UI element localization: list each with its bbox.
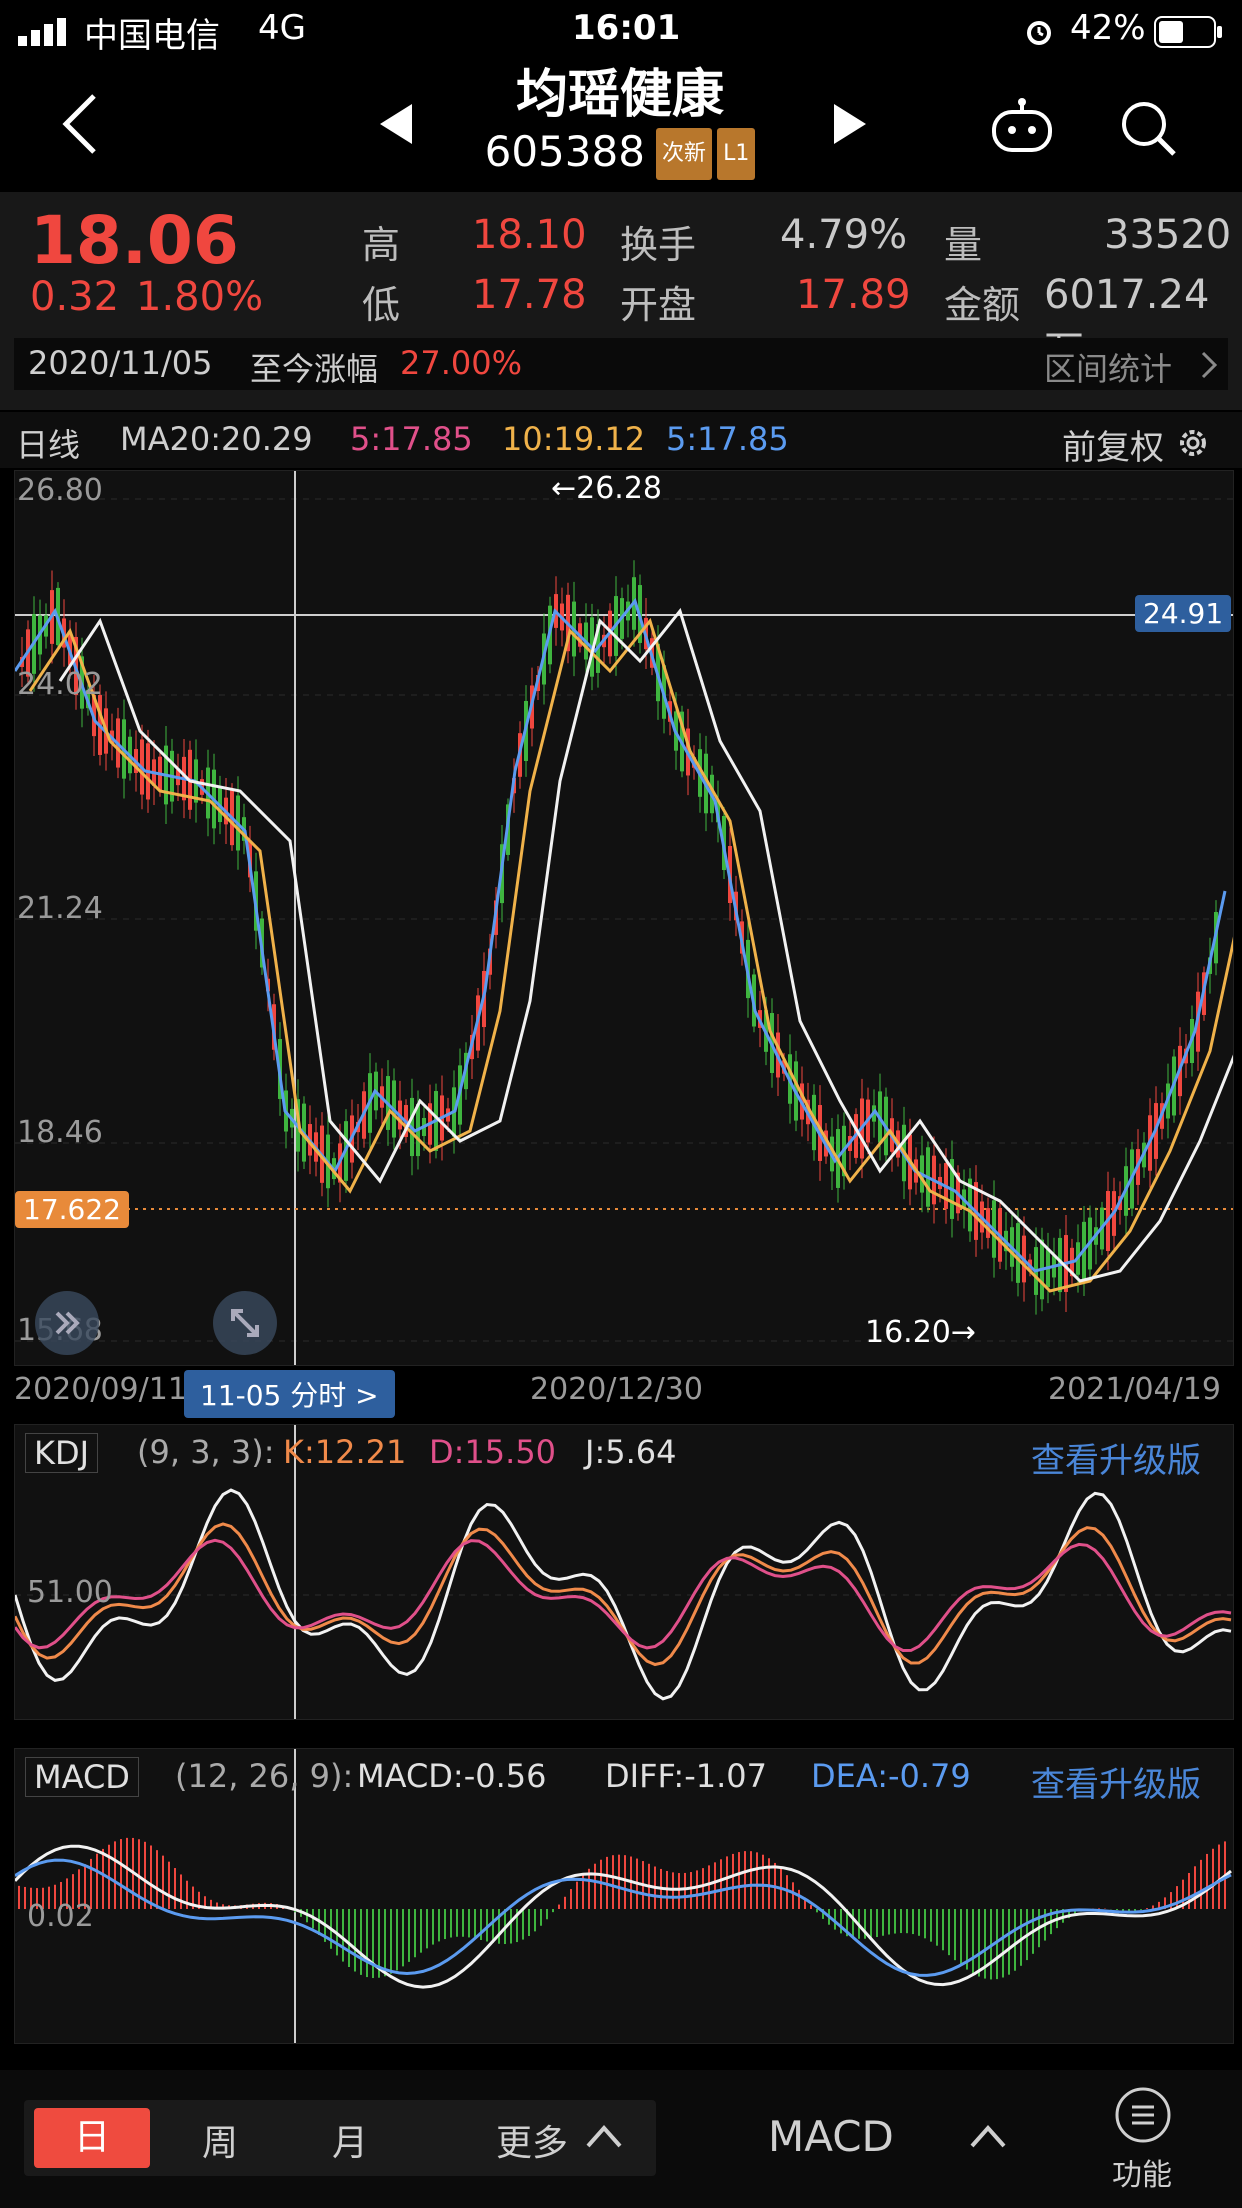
battery-percent: 42% [1070,8,1146,48]
settings-gear-icon[interactable] [1176,426,1210,464]
range-stats-link[interactable]: 区间统计 [1044,344,1172,390]
signal-icon [18,18,74,50]
chart-header: 日线 MA20:20.29 5:17.85 10:19.12 5:17.85 前… [0,412,1242,468]
ma20-line [58,607,1233,1283]
kdj-params: (9, 3, 3): [137,1433,275,1471]
back-icon[interactable] [60,92,100,160]
stock-name: 均瑶健康 [515,65,724,125]
nav-bar: 均瑶健康 605388 次新 L1 [0,62,1242,192]
low-label: 低 [362,283,401,327]
kdj-title[interactable]: KDJ [25,1433,99,1473]
low-value: 17.78 [472,272,587,318]
carrier: 中国电信 [84,16,220,56]
bottom-toolbar: 日 周 月 更多 MACD 功能 [0,2070,1242,2208]
ma5b-label: 5:17.85 [666,420,789,458]
high-label: 高 [362,223,401,267]
macd-level-label: 0.02 [27,1899,94,1934]
volume-label: 量 [944,223,983,267]
adjust-toggle[interactable]: 前复权 [1062,420,1164,469]
y-tick-3: 21.24 [17,891,103,926]
period-month-tab[interactable]: 月 [332,2114,368,2166]
since-pct: 27.00% [400,344,523,382]
status-bar: 中国电信 4G 16:01 42% [0,0,1242,62]
last-price: 18.06 [30,202,239,279]
kdj-d-value: D:15.50 [429,1433,557,1471]
ma5-label: 5:17.85 [350,420,473,458]
robot-assistant-icon[interactable] [990,98,1054,158]
fullscreen-icon[interactable] [211,1289,279,1361]
price-change-pct: 1.80% [136,274,264,320]
macd-dea-value: DEA:-0.79 [811,1757,971,1795]
ma10-line [28,617,1233,1293]
turnover-label: 换手 [620,223,697,267]
current-price-label: 17.622 [15,1191,129,1228]
macd-upgrade-link[interactable]: 查看升级版 [1031,1757,1201,1806]
menu-icon[interactable] [1114,2086,1172,2148]
alarm-icon [1022,14,1056,52]
macd-title[interactable]: MACD [25,1757,139,1797]
kdj-panel[interactable]: KDJ (9, 3, 3): K:12.21 D:15.50 J:5.64 查看… [14,1424,1234,1720]
open-label: 开盘 [620,283,697,327]
function-label[interactable]: 功能 [1112,2150,1172,2194]
crosshair-price-label: 24.91 [1135,595,1232,632]
kdj-j-value: J:5.64 [585,1433,677,1471]
period-low-annotation: 16.20→ [865,1315,977,1350]
macd-dea-line [15,1858,1232,1977]
clock: 16:01 [572,8,681,48]
period-label: 日线 [16,426,81,464]
kdj-upgrade-link[interactable]: 查看升级版 [1031,1433,1201,1482]
period-day-tab[interactable]: 日 [34,2108,150,2168]
search-icon[interactable] [1118,98,1178,162]
amount-label: 金额 [944,283,1021,327]
y-tick-4: 18.46 [17,1115,103,1150]
high-value: 18.10 [472,212,587,258]
level-badge: L1 [717,128,756,180]
period-high-annotation: ←26.28 [551,471,663,506]
battery-icon [1154,16,1224,52]
next-stock-icon[interactable] [832,102,868,150]
x-label-start: 2020/09/11 [14,1372,187,1407]
indicator-selector[interactable]: MACD [768,2112,894,2161]
indicator-chevron-up-icon[interactable] [968,2122,1008,2154]
period-selector: 日 周 月 更多 [24,2100,656,2176]
period-week-tab[interactable]: 周 [202,2114,238,2166]
kdj-j-line [15,1488,1232,1701]
network-type: 4G [258,8,306,48]
new-listing-badge: 次新 [656,128,713,180]
since-date: 2020/11/05 [28,344,213,382]
kdj-k-value: K:12.21 [283,1433,407,1471]
ma20-label: MA20:20.29 [120,420,313,458]
range-stats-bar[interactable]: 2020/11/05 至今涨幅 27.00% 区间统计 [14,338,1228,390]
stock-title: 均瑶健康 605388 次新 L1 [470,62,770,185]
volume-value: 33520 [1104,212,1232,258]
ma10-label: 10:19.12 [502,420,646,458]
macd-panel[interactable]: MACD (12, 26, 9): MACD:-0.56 DIFF:-1.07 … [14,1748,1234,2044]
x-label-mid: 2020/12/30 [530,1372,703,1407]
chevron-right-icon [1200,350,1218,384]
chevron-up-icon [584,2122,624,2154]
scroll-left-icon[interactable] [33,1289,101,1361]
y-tick-1: 26.80 [17,473,103,508]
kdj-level-label: 51.00 [27,1575,113,1610]
since-label: 至今涨幅 [250,350,379,388]
x-label-end: 2021/04/19 [1048,1372,1221,1407]
price-change: 0.32 [30,274,120,320]
prev-stock-icon[interactable] [378,102,414,150]
macd-params: (12, 26, 9): [175,1757,354,1795]
turnover-value: 4.79% [780,212,908,258]
macd-diff-value: DIFF:-1.07 [605,1757,767,1795]
crosshair-date-pill[interactable]: 11-05 分时 > [184,1370,395,1418]
ma5-line [15,597,1227,1273]
macd-value: MACD:-0.56 [357,1757,547,1795]
y-tick-2: 24.02 [17,667,103,702]
stock-code: 605388 [484,127,645,176]
period-more-tab[interactable]: 更多 [496,2114,568,2166]
open-value: 17.89 [796,272,911,318]
kline-chart[interactable]: 26.80 24.02 21.24 18.46 15.68 ←26.28 16.… [14,470,1234,1366]
